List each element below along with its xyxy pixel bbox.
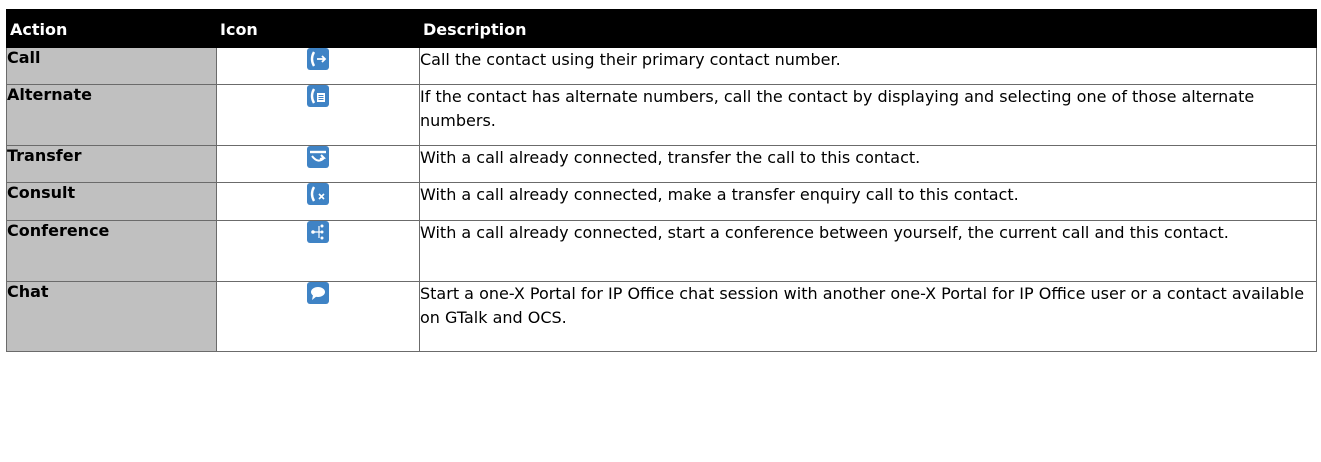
alternate-numbers-icon bbox=[307, 85, 329, 107]
table-row: Transfer With a call already connected, … bbox=[6, 145, 1317, 183]
actions-table: Action Icon Description Call Call the co… bbox=[6, 9, 1317, 352]
header-description: Description bbox=[419, 9, 1317, 48]
action-name: Alternate bbox=[6, 84, 217, 146]
action-description: With a call already connected, start a c… bbox=[419, 220, 1317, 282]
action-description: Call the contact using their primary con… bbox=[419, 47, 1317, 85]
action-description: If the contact has alternate numbers, ca… bbox=[419, 84, 1317, 146]
header-row: Action Icon Description bbox=[6, 9, 1317, 48]
action-name: Transfer bbox=[6, 145, 217, 183]
header-action: Action bbox=[6, 9, 217, 48]
table-row: Conference With a call already connected… bbox=[6, 220, 1317, 282]
transfer-icon bbox=[307, 146, 329, 168]
consult-icon bbox=[307, 183, 329, 205]
action-name: Chat bbox=[6, 281, 217, 352]
call-icon bbox=[307, 48, 329, 70]
table-row: Chat Start a one-X Portal for IP Office … bbox=[6, 281, 1317, 352]
action-description: With a call already connected, make a tr… bbox=[419, 182, 1317, 221]
conference-icon bbox=[307, 221, 329, 243]
table-row: Consult With a call already connected, m… bbox=[6, 182, 1317, 221]
table-row: Alternate If the contact has alternate n… bbox=[6, 84, 1317, 146]
action-name: Conference bbox=[6, 220, 217, 282]
chat-icon bbox=[307, 282, 329, 304]
action-name: Consult bbox=[6, 182, 217, 221]
table-row: Call Call the contact using their primar… bbox=[6, 47, 1317, 85]
header-icon: Icon bbox=[216, 9, 420, 48]
action-description: With a call already connected, transfer … bbox=[419, 145, 1317, 183]
action-description: Start a one-X Portal for IP Office chat … bbox=[419, 281, 1317, 352]
action-name: Call bbox=[6, 47, 217, 85]
